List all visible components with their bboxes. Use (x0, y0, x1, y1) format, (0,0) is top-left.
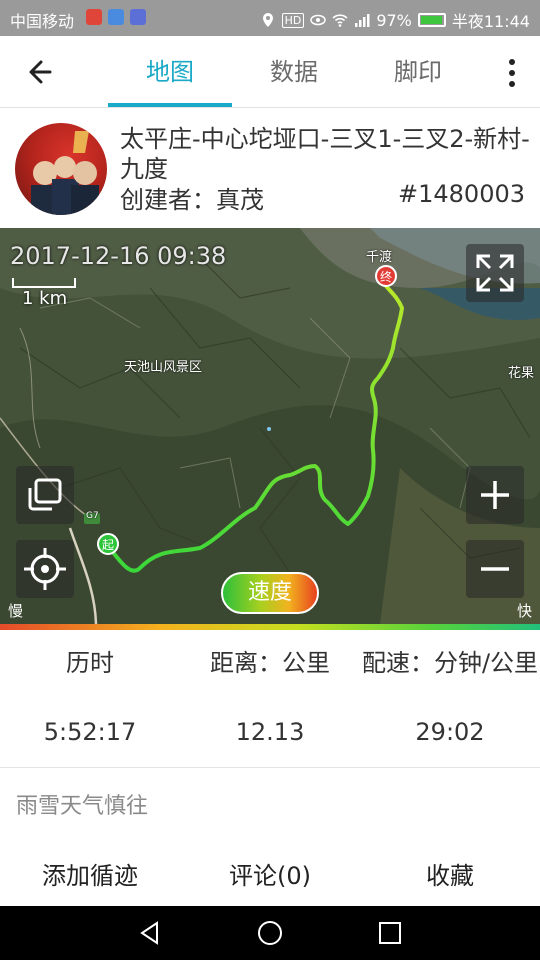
wifi-icon (332, 14, 348, 27)
map-view[interactable]: 起 终 2017-12-16 09:38 1 km 天池山风景区 千渡 花果 G… (0, 228, 540, 624)
locate-button[interactable] (16, 540, 74, 598)
poi-huaguo: 花果 (508, 366, 535, 381)
zoom-out-icon (481, 567, 509, 571)
speed-fast-label: 快 (516, 602, 532, 620)
scale-bar (12, 278, 76, 288)
status-bar: 中国移动 HD 97% 半夜11:44 (0, 0, 540, 36)
stat-distance-label: 距离：公里 (210, 649, 330, 677)
system-nav-bar (0, 906, 540, 960)
layers-button[interactable] (16, 466, 74, 524)
map-timestamp: 2017-12-16 09:38 (10, 242, 227, 270)
tab-footprints[interactable]: 脚印 (356, 36, 480, 108)
app-icon (108, 9, 124, 25)
stat-pace-label: 配速：分钟/公里 (361, 649, 539, 677)
clock: 半夜11:44 (451, 12, 530, 31)
zoom-in-icon (481, 481, 509, 509)
track-id: #1480003 (398, 180, 525, 208)
back-triangle-icon[interactable] (137, 920, 163, 946)
favorite-button[interactable]: 收藏 (360, 856, 540, 891)
poi-qiandu: 千渡 (366, 250, 393, 265)
track-creator[interactable]: 创建者：真茂 (120, 180, 264, 215)
satellite-map: 起 终 (0, 228, 540, 624)
track-title: 太平庄-中心坨垭口-三叉1-三叉2-新村-九度 (120, 125, 530, 183)
locate-icon (24, 548, 66, 590)
speed-slow-label: 慢 (8, 602, 24, 620)
track-header: 太平庄-中心坨垭口-三叉1-三叉2-新村-九度 创建者：真茂 #1480003 (0, 108, 540, 228)
top-toolbar: 地图 数据 脚印 (0, 36, 540, 108)
end-marker[interactable]: 终 (375, 265, 397, 287)
zoom-in-button[interactable] (466, 466, 524, 524)
arrow-left-icon[interactable] (22, 54, 62, 90)
carrier-label: 中国移动 (10, 12, 75, 31)
camera-app-icon (130, 9, 146, 25)
speed-toggle-button[interactable]: 速度 (221, 572, 319, 614)
more-vertical-icon[interactable] (502, 58, 522, 88)
hd-badge: HD (281, 12, 305, 28)
tab-map[interactable]: 地图 (108, 36, 232, 108)
track-stats: 历时 距离：公里 配速：分钟/公里 5:52:17 12.13 29:02 (0, 630, 540, 768)
battery-percent: 97% (376, 10, 412, 30)
layers-icon (28, 478, 62, 511)
video-app-icon (86, 9, 102, 25)
battery-icon (417, 13, 446, 27)
start-marker-label: 起 (102, 538, 114, 552)
end-marker-label: 终 (380, 269, 392, 284)
tab-data[interactable]: 数据 (232, 36, 356, 108)
active-tab-indicator (108, 103, 232, 107)
signal-icon (355, 14, 370, 27)
stat-pace-value: 29:02 (415, 718, 485, 746)
stat-distance-value: 12.13 (235, 718, 305, 746)
recents-square-icon[interactable] (377, 920, 403, 946)
action-bar: 添加循迹 评论(0) 收藏 (0, 836, 540, 906)
location-icon (262, 13, 273, 27)
poi-g7: G7 (86, 511, 99, 521)
poi-tianchishan: 天池山风景区 (124, 360, 203, 375)
eye-icon (310, 14, 327, 26)
home-circle-icon[interactable] (257, 920, 283, 946)
track-note: 雨雪天气慎往 (16, 794, 149, 819)
add-tracking-button[interactable]: 添加循迹 (0, 856, 180, 891)
avatar[interactable] (15, 123, 107, 215)
fullscreen-icon (476, 254, 514, 292)
fullscreen-button[interactable] (466, 244, 524, 302)
start-marker[interactable]: 起 (97, 533, 119, 555)
map-center-dot (267, 427, 271, 431)
zoom-out-button[interactable] (466, 540, 524, 598)
comments-button[interactable]: 评论(0) (180, 856, 360, 891)
scale-label: 1 km (22, 288, 68, 309)
stat-duration-value: 5:52:17 (43, 718, 137, 746)
stat-duration-label: 历时 (66, 649, 114, 677)
